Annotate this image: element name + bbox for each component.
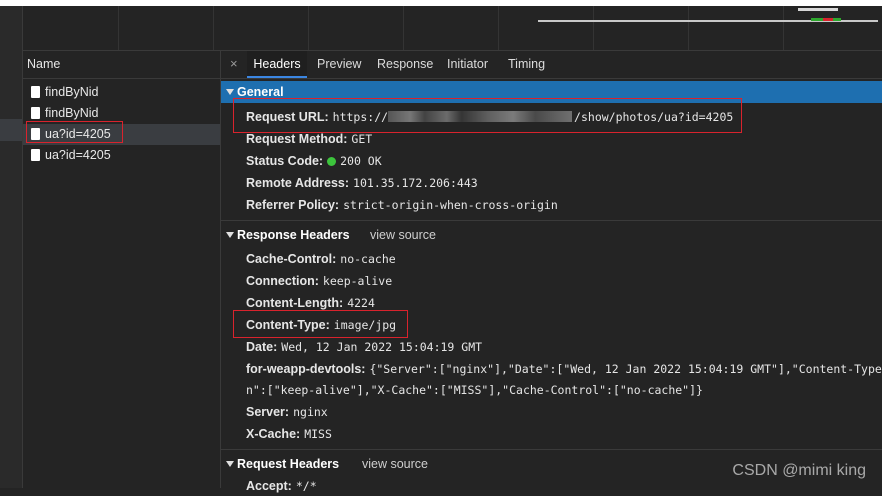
watermark: CSDN @mimi king bbox=[732, 462, 866, 479]
header-key: Remote Address: bbox=[246, 176, 350, 190]
header-key: Connection: bbox=[246, 274, 319, 288]
details-tab-bar: × Headers Preview Response Initiator Tim… bbox=[221, 51, 882, 79]
tab-response[interactable]: Response bbox=[377, 51, 433, 78]
header-key: Content-Length: bbox=[246, 296, 344, 310]
header-value: 101.35.172.206:443 bbox=[353, 176, 478, 190]
timeline-bar bbox=[798, 8, 838, 11]
tab-timing[interactable]: Timing bbox=[508, 51, 545, 78]
for-weapp-devtools-row: for-weapp-devtools: {"Server":["nginx"],"… bbox=[246, 359, 882, 379]
collapse-triangle-icon bbox=[226, 461, 234, 468]
section-divider bbox=[221, 449, 882, 450]
cache-control-row: Cache-Control: no-cache bbox=[246, 249, 396, 269]
header-value: 200 OK bbox=[340, 154, 382, 168]
annotation-highlight bbox=[233, 98, 742, 133]
header-value: Wed, 12 Jan 2022 15:04:19 GMT bbox=[281, 340, 483, 354]
network-overview-timeline[interactable] bbox=[23, 6, 882, 51]
request-name-column: Name findByNid findByNid ua?id=4205 ua?i… bbox=[23, 51, 221, 488]
header-value: */* bbox=[295, 479, 317, 493]
section-divider bbox=[221, 220, 882, 221]
timeline-gridline bbox=[308, 6, 309, 50]
response-headers-section-header[interactable]: Response Headers view source bbox=[221, 224, 882, 246]
collapse-triangle-icon bbox=[226, 89, 234, 96]
header-key: Referrer Policy: bbox=[246, 198, 340, 212]
request-name: findByNid bbox=[45, 85, 99, 99]
request-name: ua?id=4205 bbox=[45, 148, 111, 162]
timeline-gridline bbox=[118, 6, 119, 50]
header-key: Accept: bbox=[246, 479, 292, 493]
request-name: findByNid bbox=[45, 106, 99, 120]
timeline-gridline bbox=[688, 6, 689, 50]
section-title: General bbox=[237, 85, 284, 99]
tab-headers[interactable]: Headers bbox=[247, 51, 307, 78]
connection-row: Connection: keep-alive bbox=[246, 271, 392, 291]
header-key: Cache-Control: bbox=[246, 252, 337, 266]
close-icon[interactable]: × bbox=[230, 56, 238, 71]
annotation-highlight bbox=[233, 310, 408, 338]
document-icon bbox=[31, 107, 40, 119]
annotation-highlight bbox=[26, 121, 123, 143]
referrer-policy-row: Referrer Policy: strict-origin-when-cross… bbox=[246, 195, 558, 215]
header-key: Request Method: bbox=[246, 132, 348, 146]
section-title: Response Headers bbox=[237, 228, 350, 242]
header-value: 4224 bbox=[347, 296, 375, 310]
timeline-gridline bbox=[498, 6, 499, 50]
document-icon bbox=[31, 86, 40, 98]
header-value: {"Server":["nginx"],"Date":["Wed, 12 Jan… bbox=[369, 362, 882, 376]
header-value: nginx bbox=[293, 405, 328, 419]
accept-row: Accept: */* bbox=[246, 476, 317, 496]
request-details-panel: × Headers Preview Response Initiator Tim… bbox=[221, 51, 882, 493]
gutter-selection bbox=[0, 119, 22, 141]
timeline-gridline bbox=[403, 6, 404, 50]
name-column-header[interactable]: Name bbox=[23, 51, 220, 79]
header-key: Status Code: bbox=[246, 154, 324, 168]
collapse-triangle-icon bbox=[226, 232, 234, 239]
header-value: keep-alive bbox=[322, 274, 393, 288]
header-key: Date: bbox=[246, 340, 278, 354]
for-weapp-devtools-continuation: n":["keep-alive"],"X-Cache":["MISS"],"Ca… bbox=[246, 380, 703, 400]
document-icon bbox=[31, 149, 40, 161]
header-value: MISS bbox=[304, 427, 332, 441]
header-value: strict-origin-when-cross-origin bbox=[343, 198, 558, 212]
tab-preview[interactable]: Preview bbox=[317, 51, 361, 78]
timeline-gridline bbox=[783, 6, 784, 50]
request-row[interactable]: ua?id=4205 bbox=[23, 145, 220, 166]
status-ok-icon bbox=[327, 157, 337, 166]
view-source-link[interactable]: view source bbox=[370, 224, 436, 246]
date-row: Date: Wed, 12 Jan 2022 15:04:19 GMT bbox=[246, 337, 482, 357]
timeline-gridline bbox=[213, 6, 214, 50]
timeline-gridline bbox=[593, 6, 594, 50]
section-title: Request Headers bbox=[237, 457, 340, 471]
x-cache-row: X-Cache: MISS bbox=[246, 424, 332, 444]
timeline-bar bbox=[823, 18, 833, 21]
header-value: n":["keep-alive"],"X-Cache":["MISS"],"Ca… bbox=[246, 383, 703, 397]
left-gutter bbox=[0, 6, 23, 488]
header-value: no-cache bbox=[340, 252, 396, 266]
tab-initiator[interactable]: Initiator bbox=[447, 51, 488, 78]
header-key: Server: bbox=[246, 405, 290, 419]
request-method-row: Request Method: GET bbox=[246, 129, 372, 149]
header-key: X-Cache: bbox=[246, 427, 301, 441]
request-row[interactable]: findByNid bbox=[23, 82, 220, 103]
status-code-row: Status Code: 200 OK bbox=[246, 151, 382, 171]
server-row: Server: nginx bbox=[246, 402, 328, 422]
header-key: for-weapp-devtools: bbox=[246, 362, 366, 376]
remote-address-row: Remote Address: 101.35.172.206:443 bbox=[246, 173, 478, 193]
header-value: GET bbox=[351, 132, 373, 146]
view-source-link[interactable]: view source bbox=[362, 453, 428, 475]
